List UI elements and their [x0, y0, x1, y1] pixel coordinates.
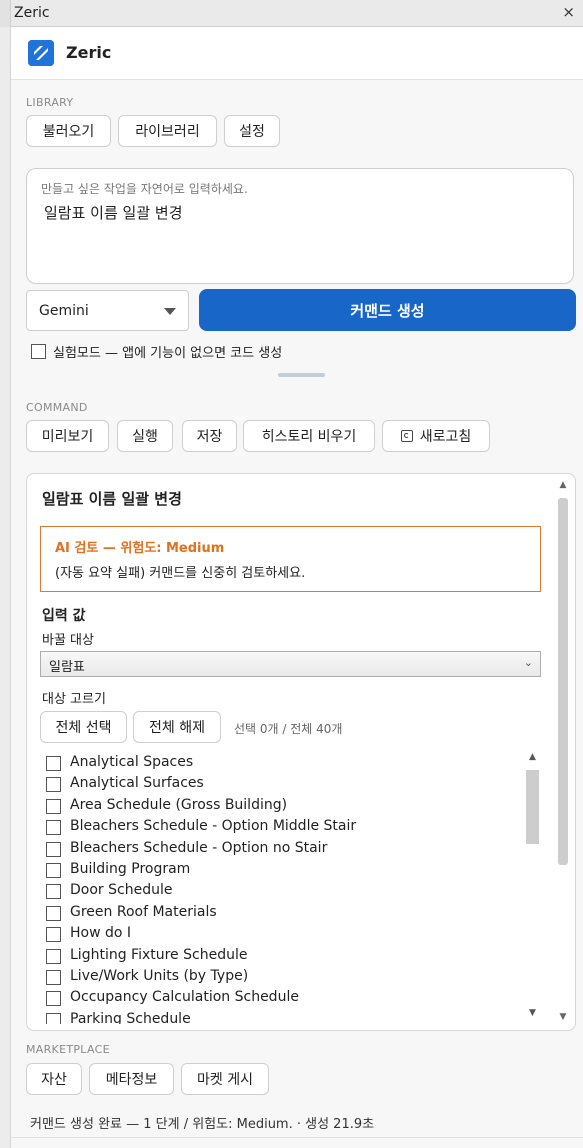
load-button[interactable]: 불러오기	[26, 115, 111, 147]
list-item-label: Analytical Surfaces	[70, 775, 204, 792]
prompt-placeholder: 만들고 싶은 작업을 자연어로 입력하세요.	[41, 182, 248, 196]
status-text: 커맨드 생성 완료 — 1 단계 / 위험도: Medium. · 생성 21.…	[30, 1117, 375, 1132]
replace-target-select[interactable]: 일람표 ⌄	[40, 651, 541, 677]
list-item-checkbox[interactable]	[46, 777, 61, 793]
list-item-checkbox[interactable]	[46, 884, 61, 900]
clear-history-button[interactable]: 히스토리 비우기	[243, 420, 375, 452]
save-button[interactable]: 저장	[182, 420, 237, 452]
list-item-label: Parking Schedule	[70, 1010, 191, 1024]
command-section-label: COMMAND	[26, 401, 88, 414]
list-item[interactable]: Analytical Spaces	[40, 753, 520, 773]
app-header: Zeric	[11, 27, 583, 80]
list-item-checkbox[interactable]	[46, 841, 61, 857]
list-item-label: Occupancy Calculation Schedule	[70, 989, 299, 1006]
refresh-icon	[400, 430, 413, 442]
list-item[interactable]: Area Schedule (Gross Building)	[40, 796, 520, 816]
list-item-checkbox[interactable]	[46, 905, 61, 921]
card-scrollbar[interactable]: ▲ ▼	[556, 480, 570, 1025]
list-item-checkbox[interactable]	[46, 863, 61, 878]
scroll-up-icon[interactable]: ▲	[556, 480, 570, 490]
list-item-label: Bleachers Schedule - Option Middle Stair	[70, 818, 357, 835]
settings-button[interactable]: 설정	[224, 115, 280, 147]
list-item-label: Live/Work Units (by Type)	[70, 968, 249, 984]
list-item[interactable]: Analytical Surfaces	[40, 774, 520, 794]
list-item[interactable]: Lighting Fixture Schedule	[40, 946, 520, 966]
assets-button[interactable]: 자산	[26, 1063, 82, 1095]
library-button[interactable]: 라이브러리	[118, 115, 217, 147]
footer-divider	[11, 1137, 583, 1138]
list-item-checkbox[interactable]	[46, 948, 61, 964]
list-item-label: Door Schedule	[70, 882, 173, 899]
replace-target-label: 바꿀 대상	[42, 633, 94, 648]
resize-handle[interactable]	[278, 373, 325, 377]
list-scroll-thumb[interactable]	[526, 770, 539, 844]
ai-review-warning: AI 검토 — 위험도: Medium (자동 요약 실패) 커맨드를 신중히 …	[40, 526, 541, 592]
chevron-down-icon: ⌄	[523, 656, 533, 669]
warning-body: (자동 요약 실패) 커맨드를 신중히 검토하세요.	[55, 566, 306, 581]
metadata-button[interactable]: 메타정보	[89, 1063, 174, 1095]
scroll-down-icon[interactable]: ▼	[556, 1012, 570, 1022]
command-card: 일람표 이름 일괄 변경 AI 검토 — 위험도: Medium (자동 요약 …	[26, 473, 576, 1031]
list-item-label: Bleachers Schedule - Option no Stair	[70, 839, 328, 856]
selection-count: 선택 0개 / 전체 40개	[234, 722, 343, 736]
chevron-down-icon	[164, 308, 176, 315]
list-item-label: How do I	[70, 925, 132, 942]
list-item-label: Building Program	[70, 861, 191, 877]
window-left-tab	[0, 0, 11, 27]
list-item-checkbox[interactable]	[46, 756, 61, 771]
list-item[interactable]: Door Schedule	[40, 881, 520, 901]
select-all-button[interactable]: 전체 선택	[40, 711, 127, 743]
replace-target-value: 일람표	[49, 660, 85, 675]
pick-targets-label: 대상 고르기	[42, 692, 106, 707]
window-titlebar: Zeric ×	[0, 0, 583, 27]
target-list[interactable]: Analytical Spaces Analytical Surfaces Area…	[40, 750, 541, 1024]
list-item[interactable]: Bleachers Schedule - Option Middle Stair	[40, 817, 520, 837]
list-item[interactable]: Live/Work Units (by Type)	[40, 967, 520, 987]
experimental-mode-label: 실험모드 — 앱에 기능이 없으면 코드 생성	[53, 346, 283, 361]
list-item-checkbox[interactable]	[46, 798, 61, 814]
list-item-checkbox[interactable]	[46, 1012, 61, 1024]
list-item-checkbox[interactable]	[46, 820, 61, 836]
list-item-checkbox[interactable]	[46, 927, 61, 943]
list-item[interactable]: Building Program	[40, 860, 520, 880]
command-card-title: 일람표 이름 일괄 변경	[42, 490, 182, 508]
deselect-all-button[interactable]: 전체 해제	[133, 711, 221, 743]
app-title: Zeric	[66, 43, 112, 62]
preview-button[interactable]: 미리보기	[26, 420, 109, 452]
zeric-logo-icon	[28, 40, 54, 66]
market-publish-button[interactable]: 마켓 게시	[181, 1063, 269, 1095]
left-edge-strip	[0, 27, 11, 1148]
scroll-up-icon[interactable]: ▲	[524, 752, 541, 762]
scroll-down-icon[interactable]: ▼	[524, 1008, 541, 1018]
run-button[interactable]: 실행	[117, 420, 173, 452]
model-select[interactable]: Gemini	[26, 290, 189, 331]
list-item[interactable]: Green Roof Materials	[40, 903, 520, 923]
list-item-checkbox[interactable]	[46, 970, 61, 985]
list-item[interactable]: How do I	[40, 924, 520, 944]
list-item[interactable]: Bleachers Schedule - Option no Stair	[40, 839, 520, 859]
window-title: Zeric	[14, 5, 50, 21]
library-section-label: LIBRARY	[26, 96, 74, 109]
list-item-label: Green Roof Materials	[70, 903, 217, 920]
list-item-label: Area Schedule (Gross Building)	[70, 796, 288, 813]
marketplace-section-label: MARKETPLACE	[26, 1043, 110, 1056]
card-scroll-thumb[interactable]	[558, 498, 568, 865]
list-item[interactable]: Occupancy Calculation Schedule	[40, 988, 520, 1008]
prompt-textarea[interactable]: 만들고 싶은 작업을 자연어로 입력하세요. 일람표 이름 일괄 변경	[26, 168, 574, 284]
refresh-button-label: 새로고침	[419, 429, 472, 445]
model-select-value: Gemini	[39, 303, 89, 319]
list-item-checkbox[interactable]	[46, 991, 61, 1007]
warning-heading: AI 검토 — 위험도: Medium	[55, 541, 225, 556]
list-item[interactable]: Parking Schedule	[40, 1010, 520, 1024]
prompt-value: 일람표 이름 일괄 변경	[44, 204, 183, 222]
generate-command-button[interactable]: 커맨드 생성	[199, 289, 576, 331]
list-scrollbar[interactable]: ▲ ▼	[524, 750, 541, 1024]
zeric-panel: Zeric LIBRARY 불러오기 라이브러리 설정 만들고 싶은 작업을 자…	[11, 27, 583, 1148]
list-item-label: Lighting Fixture Schedule	[70, 946, 248, 963]
experimental-mode-checkbox[interactable]	[31, 344, 46, 359]
list-item-label: Analytical Spaces	[70, 754, 194, 770]
refresh-button[interactable]: 새로고침	[382, 420, 490, 452]
inputs-heading: 입력 값	[42, 608, 86, 624]
close-icon[interactable]: ×	[562, 3, 575, 21]
